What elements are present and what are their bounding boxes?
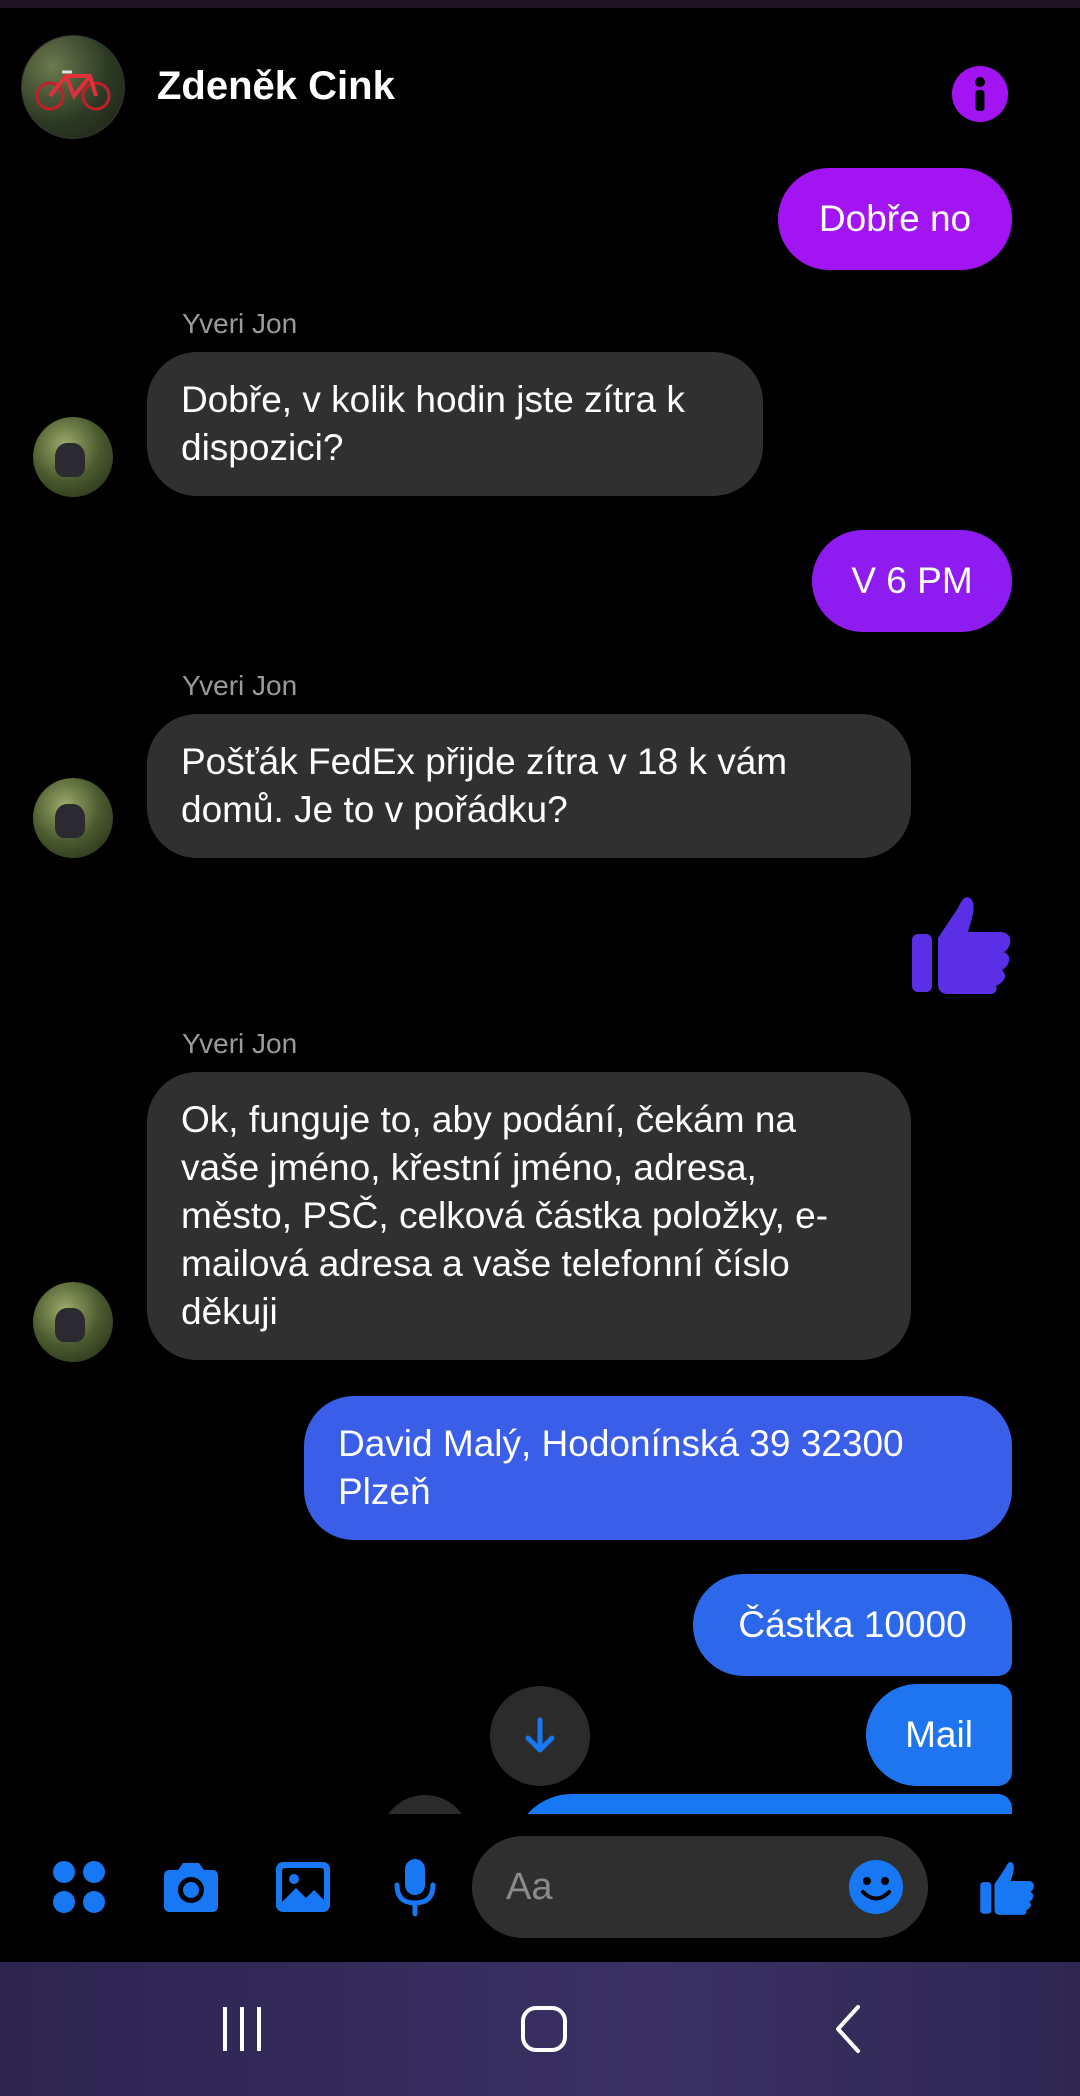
emoji-icon: [849, 1860, 903, 1914]
incoming-message[interactable]: Ok, funguje to, aby podání, čekám na vaš…: [147, 1072, 911, 1360]
home-button[interactable]: [514, 2002, 574, 2056]
message-text: Ok, funguje to, aby podání, čekám na vaš…: [181, 1099, 829, 1332]
info-icon: [975, 77, 985, 111]
outgoing-message[interactable]: V 6 PM: [812, 530, 1012, 632]
conversation-header: Zdeněk Cink: [0, 8, 1080, 168]
home-icon: [521, 2006, 567, 2052]
message-text: V 6 PM: [851, 560, 973, 601]
sender-name: Yveri Jon: [182, 308, 298, 339]
camera-icon: [164, 1863, 218, 1912]
sender-name: Yveri Jon: [182, 1028, 298, 1059]
message-text: David Malý, Hodonínská 39 32300 Plzeň: [338, 1423, 904, 1512]
message-text: Pošťák FedEx přijde zítra v 18 k vám dom…: [181, 741, 788, 830]
sender-name: Yveri Jon: [182, 670, 298, 701]
message-text: Mail: [905, 1714, 973, 1755]
recent-apps-button[interactable]: [212, 2002, 272, 2056]
emoji-button[interactable]: [848, 1859, 904, 1915]
apps-button[interactable]: [46, 1854, 112, 1920]
sender-avatar[interactable]: [33, 778, 113, 858]
message-list[interactable]: Dobře no Yveri Jon Dobře, v kolik hodin …: [0, 168, 1080, 1814]
outgoing-message[interactable]: David Malý, Hodonínská 39 32300 Plzeň: [304, 1396, 1012, 1540]
thumbs-up-icon: [912, 897, 1011, 994]
outgoing-message[interactable]: Částka 10000: [693, 1574, 1012, 1676]
message-input[interactable]: Aa: [472, 1836, 928, 1938]
outgoing-message[interactable]: Mail: [866, 1684, 1012, 1786]
microphone-button[interactable]: [382, 1854, 448, 1920]
recent-apps-icon: [223, 2007, 261, 2051]
camera-button[interactable]: [158, 1854, 224, 1920]
microphone-icon: [394, 1859, 436, 1917]
bicycle-photo-icon: [35, 70, 111, 111]
outgoing-message-partial[interactable]: [512, 1794, 1012, 1814]
contact-name[interactable]: Zdeněk Cink: [157, 64, 395, 109]
back-icon: [836, 2005, 860, 2053]
outgoing-message[interactable]: Dobře no: [778, 168, 1012, 270]
incoming-message[interactable]: Pošťák FedEx přijde zítra v 18 k vám dom…: [147, 714, 911, 858]
gallery-button[interactable]: [270, 1854, 336, 1920]
thumbs-up-icon: [980, 1861, 1034, 1915]
arrow-down-icon: [525, 1717, 555, 1753]
incoming-message[interactable]: Dobře, v kolik hodin jste zítra k dispoz…: [147, 352, 763, 496]
system-navigation-bar: [0, 1962, 1080, 2096]
status-bar: [0, 0, 1080, 8]
gallery-icon: [276, 1862, 330, 1912]
apps-icon: [53, 1861, 105, 1913]
message-text: Dobře no: [818, 198, 972, 239]
message-text: Dobře, v kolik hodin jste zítra k dispoz…: [181, 379, 685, 468]
sent-like-message[interactable]: [908, 888, 1014, 998]
scroll-to-bottom-button[interactable]: [490, 1686, 590, 1786]
sender-avatar[interactable]: [33, 417, 113, 497]
message-composer: Aa: [0, 1814, 1080, 1962]
send-like-button[interactable]: [974, 1854, 1040, 1920]
info-button[interactable]: [952, 66, 1008, 122]
message-input-placeholder: Aa: [506, 1865, 553, 1908]
sender-avatar[interactable]: [33, 1282, 113, 1362]
contact-avatar[interactable]: [21, 35, 125, 139]
back-button[interactable]: [818, 2002, 878, 2056]
message-text: Částka 10000: [738, 1604, 967, 1645]
